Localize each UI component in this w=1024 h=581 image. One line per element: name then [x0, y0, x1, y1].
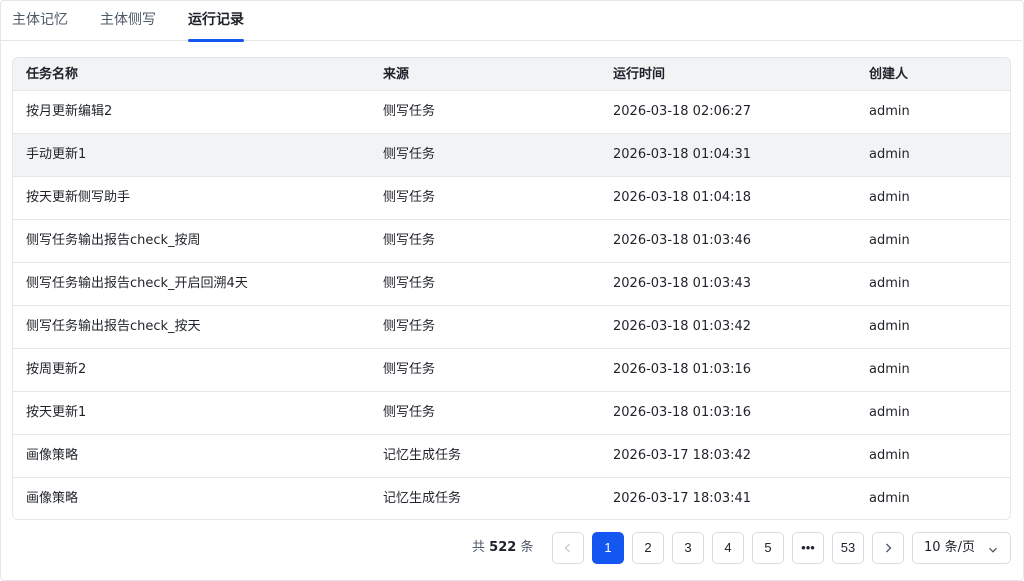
source-cell: 记忆生成任务	[383, 448, 462, 463]
run-time-cell: 2026-03-17 18:03:42	[613, 448, 752, 463]
source-cell: 侧写任务	[383, 319, 436, 334]
page-button-3[interactable]: 3	[672, 532, 704, 564]
task-name-cell: 按天更新侧写助手	[26, 190, 131, 205]
run-records-table: 任务名称 来源 运行时间 创建人 按月更新编辑2 侧写任务 2026-03-18 0…	[12, 57, 1011, 520]
run-time-cell: 2026-03-18 01:03:16	[613, 362, 752, 377]
run-time-cell: 2026-03-18 02:06:27	[613, 104, 752, 119]
table-header: 任务名称 来源 运行时间 创建人	[13, 58, 1010, 91]
task-name-cell: 侧写任务输出报告check_按周	[26, 233, 201, 248]
table-row[interactable]: 按月更新编辑2 侧写任务 2026-03-18 02:06:27 admin	[13, 91, 1010, 134]
task-name-cell: 按天更新1	[26, 405, 87, 420]
table-row[interactable]: 手动更新1 侧写任务 2026-03-18 01:04:31 admin	[13, 134, 1010, 177]
source-cell: 侧写任务	[383, 405, 436, 420]
source-cell: 侧写任务	[383, 362, 436, 377]
table-row[interactable]: 画像策略 记忆生成任务 2026-03-17 18:03:41 admin	[13, 478, 1010, 519]
task-name-cell: 手动更新1	[26, 147, 87, 162]
header-creator: 创建人	[869, 67, 909, 82]
creator-cell: admin	[869, 405, 910, 420]
table-row[interactable]: 画像策略 记忆生成任务 2026-03-17 18:03:42 admin	[13, 435, 1010, 478]
creator-cell: admin	[869, 319, 910, 334]
source-cell: 记忆生成任务	[383, 491, 462, 506]
table-row[interactable]: 侧写任务输出报告check_按周 侧写任务 2026-03-18 01:03:46 a…	[13, 220, 1010, 263]
creator-cell: admin	[869, 448, 910, 463]
total-number: 522	[489, 540, 517, 555]
creator-cell: admin	[869, 276, 910, 291]
tab-subject-profile[interactable]: 主体侧写	[100, 0, 156, 41]
tab-run-records[interactable]: 运行记录	[188, 0, 244, 42]
tab-subject-memory[interactable]: 主体记忆	[12, 0, 68, 41]
creator-cell: admin	[869, 491, 910, 506]
source-cell: 侧写任务	[383, 233, 436, 248]
run-time-cell: 2026-03-18 01:04:18	[613, 190, 752, 205]
source-cell: 侧写任务	[383, 190, 436, 205]
task-name-cell: 画像策略	[26, 448, 79, 463]
total-suffix: 条	[520, 540, 534, 555]
task-name-cell: 侧写任务输出报告check_按天	[26, 319, 201, 334]
page-button-5[interactable]: 5	[752, 532, 784, 564]
task-name-cell: 侧写任务输出报告check_开启回溯4天	[26, 276, 248, 291]
creator-cell: admin	[869, 190, 910, 205]
header-run-time: 运行时间	[613, 67, 666, 82]
chevron-down-icon	[989, 547, 997, 553]
page-button-2[interactable]: 2	[632, 532, 664, 564]
chevron-right-icon	[886, 543, 892, 553]
table-row[interactable]: 侧写任务输出报告check_按天 侧写任务 2026-03-18 01:03:42 a…	[13, 306, 1010, 349]
prev-page-button[interactable]	[552, 532, 584, 564]
run-time-cell: 2026-03-18 01:03:43	[613, 276, 752, 291]
page-size-label: 10 条/页	[924, 540, 976, 555]
tab-bar: 主体记忆 主体侧写 运行记录	[0, 0, 1022, 42]
source-cell: 侧写任务	[383, 104, 436, 119]
run-time-cell: 2026-03-18 01:03:46	[613, 233, 752, 248]
total-prefix: 共	[472, 540, 486, 555]
creator-cell: admin	[869, 104, 910, 119]
run-time-cell: 2026-03-18 01:04:31	[613, 147, 752, 162]
source-cell: 侧写任务	[383, 147, 436, 162]
creator-cell: admin	[869, 362, 910, 377]
more-pages-button[interactable]: •••	[792, 532, 824, 564]
task-name-cell: 按月更新编辑2	[26, 104, 113, 119]
page-size-select[interactable]: 10 条/页	[912, 532, 1011, 564]
creator-cell: admin	[869, 147, 910, 162]
header-task-name: 任务名称	[26, 67, 79, 82]
table-body: 按月更新编辑2 侧写任务 2026-03-18 02:06:27 admin 手动更新1…	[13, 91, 1010, 519]
creator-cell: admin	[869, 233, 910, 248]
table-row[interactable]: 侧写任务输出报告check_开启回溯4天 侧写任务 2026-03-18 01:03…	[13, 263, 1010, 306]
page-button-53[interactable]: 53	[832, 532, 864, 564]
total-count: 共 522 条	[472, 532, 533, 564]
source-cell: 侧写任务	[383, 276, 436, 291]
run-time-cell: 2026-03-18 01:03:42	[613, 319, 752, 334]
next-page-button[interactable]	[872, 532, 904, 564]
chevron-left-icon	[564, 543, 570, 553]
run-time-cell: 2026-03-17 18:03:41	[613, 491, 752, 506]
task-name-cell: 按周更新2	[26, 362, 87, 377]
page-button-4[interactable]: 4	[712, 532, 744, 564]
task-name-cell: 画像策略	[26, 491, 79, 506]
table-row[interactable]: 按周更新2 侧写任务 2026-03-18 01:03:16 admin	[13, 349, 1010, 392]
header-source: 来源	[383, 67, 410, 82]
table-row[interactable]: 按天更新侧写助手 侧写任务 2026-03-18 01:04:18 admin	[13, 177, 1010, 220]
run-time-cell: 2026-03-18 01:03:16	[613, 405, 752, 420]
page-button-1[interactable]: 1	[592, 532, 624, 564]
table-row[interactable]: 按天更新1 侧写任务 2026-03-18 01:03:16 admin	[13, 392, 1010, 435]
